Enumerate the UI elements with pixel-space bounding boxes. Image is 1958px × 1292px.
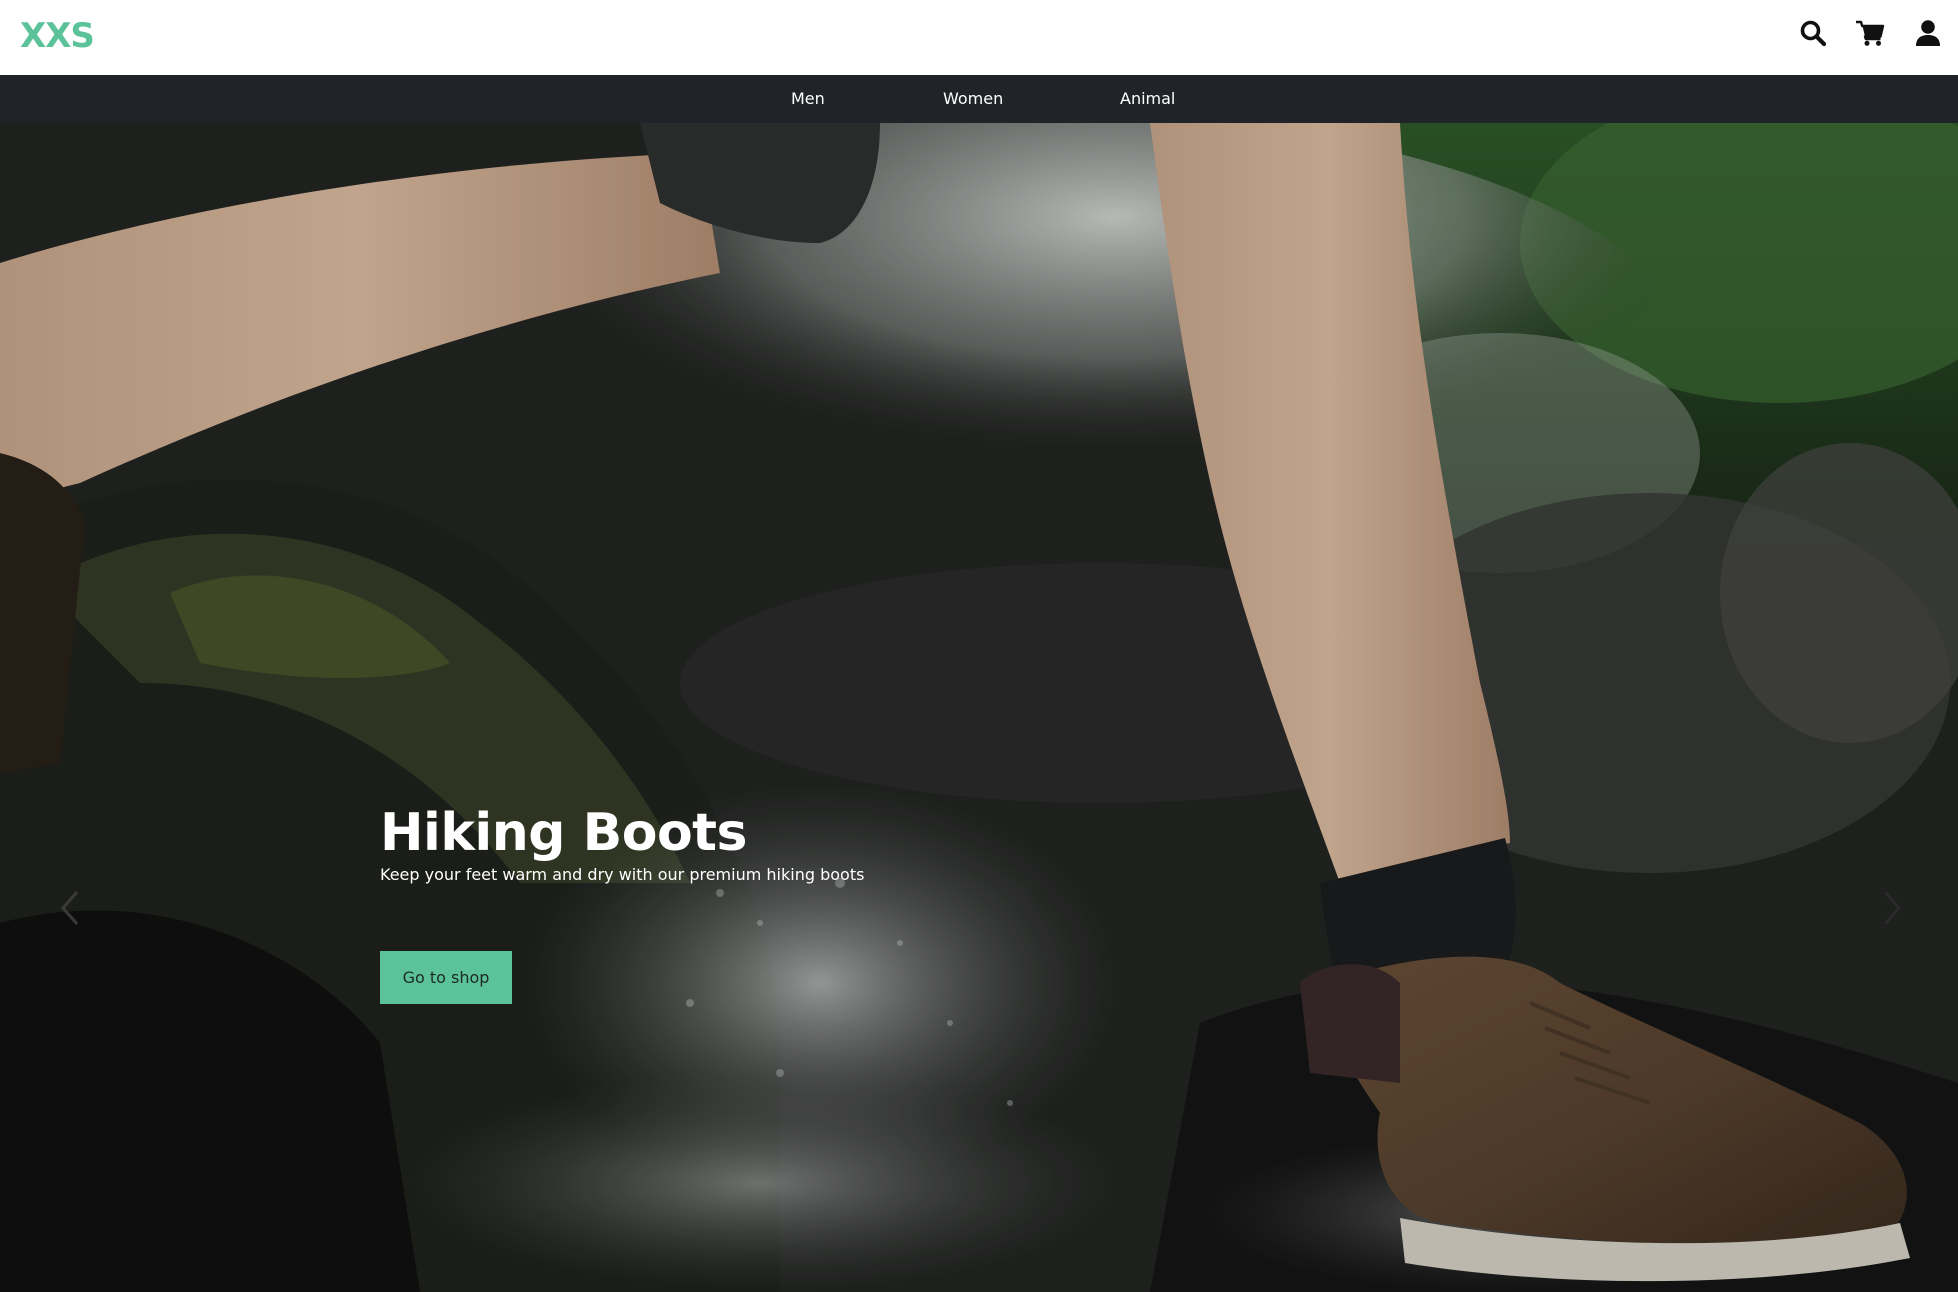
nav-item-men[interactable]: Men bbox=[791, 89, 825, 108]
carousel-prev-button[interactable] bbox=[50, 878, 90, 938]
hero-subtitle: Keep your feet warm and dry with our pre… bbox=[380, 865, 865, 884]
nav-item-women[interactable]: Women bbox=[943, 89, 1003, 108]
chevron-left-icon bbox=[61, 891, 79, 925]
logo[interactable]: XXS bbox=[20, 16, 95, 56]
user-icon[interactable] bbox=[1911, 16, 1945, 50]
category-nav: Men Women Animal bbox=[0, 75, 1958, 123]
search-icon[interactable] bbox=[1796, 16, 1830, 50]
hero-banner: Hiking Boots Keep your feet warm and dry… bbox=[0, 123, 1958, 1292]
cart-icon[interactable] bbox=[1853, 16, 1887, 50]
site-header: XXS bbox=[0, 0, 1958, 75]
nav-item-animal[interactable]: Animal bbox=[1120, 89, 1175, 108]
hero-dark-overlay bbox=[0, 123, 1958, 1292]
go-to-shop-button[interactable]: Go to shop bbox=[380, 951, 512, 1004]
hero-title: Hiking Boots bbox=[380, 803, 748, 863]
carousel-next-button[interactable] bbox=[1872, 878, 1912, 938]
chevron-right-icon bbox=[1883, 891, 1901, 925]
